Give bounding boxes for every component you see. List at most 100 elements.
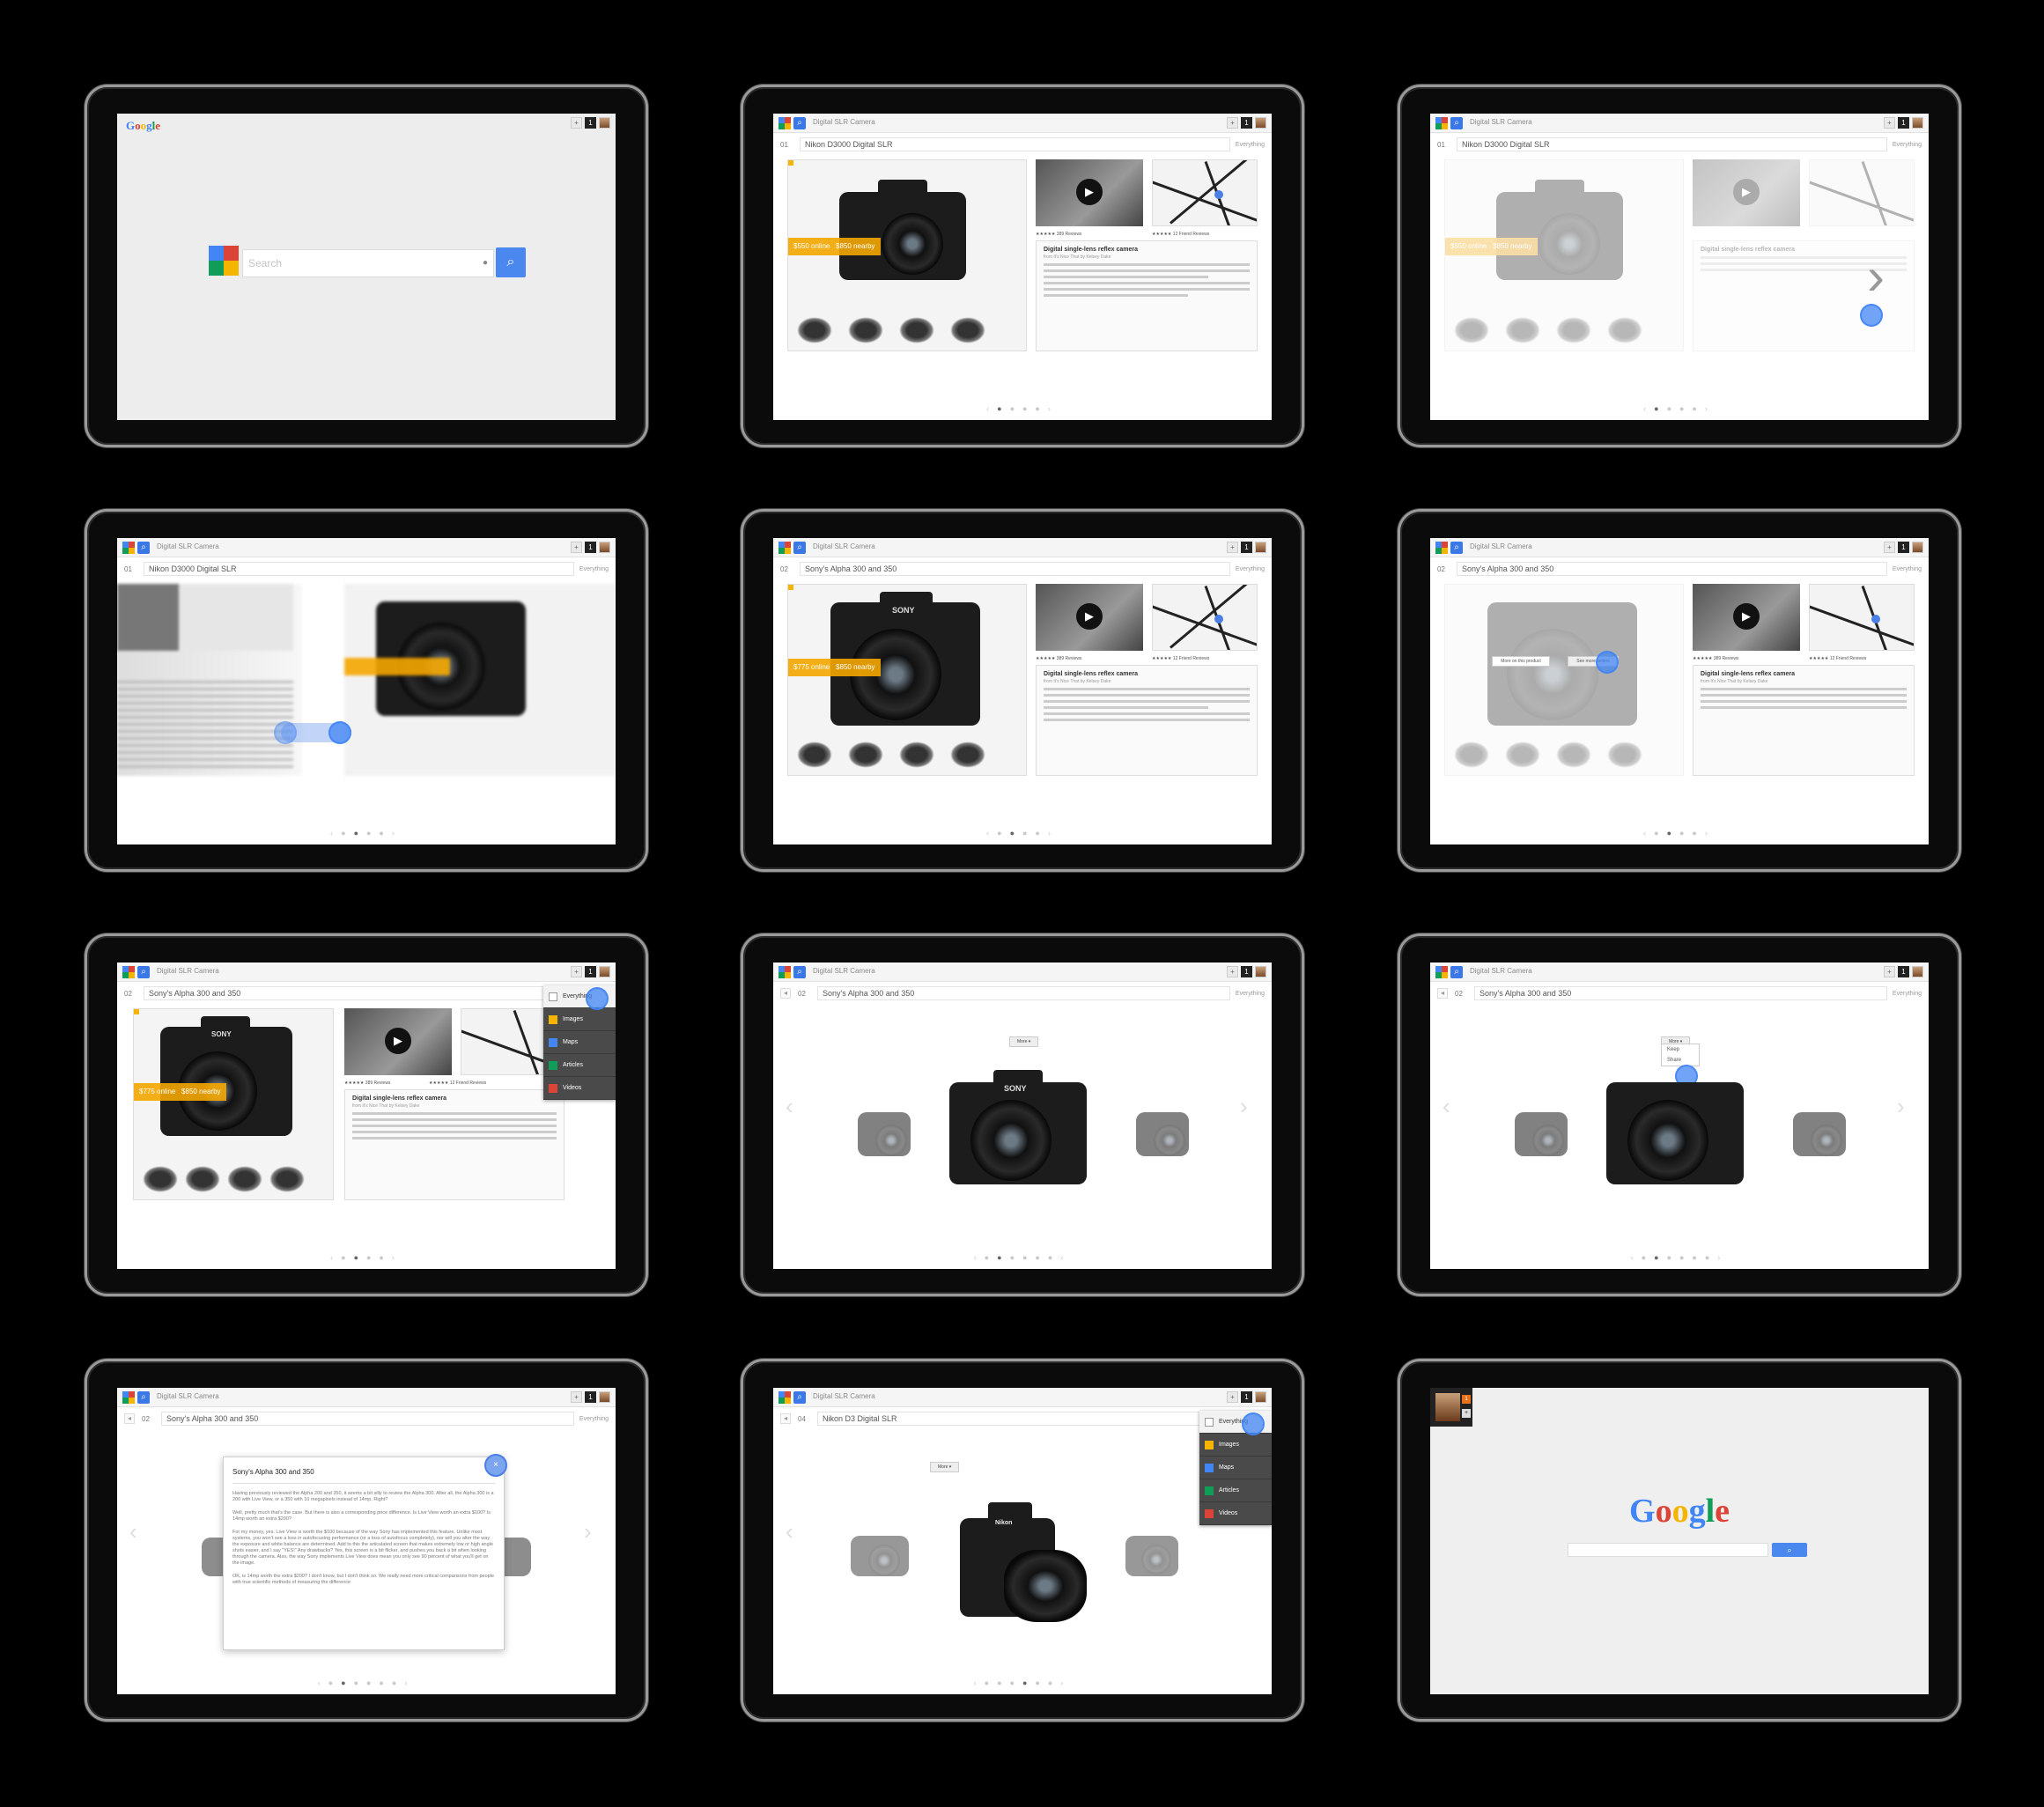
back-arrow-icon[interactable]: ◂ — [780, 988, 791, 999]
search-icon[interactable]: ⌕ — [137, 542, 150, 554]
query-label[interactable]: Digital SLR Camera — [1470, 118, 1532, 126]
notification-badge[interactable]: 1 — [585, 542, 596, 553]
query-label[interactable]: Digital SLR Camera — [157, 967, 219, 975]
notification-badge[interactable]: 1 — [1241, 542, 1252, 553]
price-tag[interactable]: $550 online $850 nearby — [788, 238, 881, 255]
avatar[interactable] — [1255, 117, 1266, 129]
carousel-prev-camera[interactable] — [1515, 1112, 1568, 1156]
google-logo-icon[interactable] — [122, 1391, 135, 1404]
map-thumbnail[interactable] — [1809, 159, 1915, 226]
article-card[interactable]: Digital single-lens reflex camera from It… — [1693, 665, 1915, 776]
notification-badge[interactable]: 1 — [1241, 117, 1252, 129]
page-dots[interactable]: ‹●●●●› — [117, 1253, 616, 1262]
carousel-next-camera[interactable] — [1793, 1112, 1846, 1156]
prev-arrow-icon[interactable]: ‹ — [129, 1518, 137, 1545]
notification-badge[interactable]: 1 — [1241, 1391, 1252, 1403]
map-thumbnail[interactable] — [1152, 584, 1258, 651]
carousel-prev-camera[interactable] — [851, 1536, 909, 1576]
carousel-current-camera[interactable]: Nikon — [960, 1502, 1087, 1622]
notification-badge[interactable]: 1 — [1898, 966, 1909, 977]
carousel-current-camera[interactable]: SONY — [949, 1070, 1087, 1184]
filter-option-images[interactable]: Images — [543, 1008, 616, 1031]
notification-badge[interactable]: 1 — [585, 1391, 596, 1403]
article-title[interactable]: Digital single-lens reflex camera — [352, 1095, 557, 1102]
filter-dropdown[interactable]: Everything — [579, 1416, 609, 1422]
filter-option-images[interactable]: Images — [1199, 1434, 1272, 1457]
search-icon[interactable]: ⌕ — [793, 966, 806, 978]
notification-badge[interactable]: 1 — [1462, 1395, 1471, 1404]
google-logo-icon[interactable] — [778, 966, 791, 978]
plus-button[interactable]: + — [1227, 117, 1238, 129]
query-label[interactable]: Digital SLR Camera — [1470, 967, 1532, 975]
page-dots[interactable]: ‹●●●●› — [117, 829, 616, 837]
plus-button[interactable]: + — [1227, 542, 1238, 553]
filter-dropdown[interactable]: Everything — [1236, 566, 1265, 572]
more-button[interactable]: More ▾ — [930, 1462, 960, 1472]
video-thumbnail[interactable]: ▶ — [1036, 584, 1143, 651]
price-tag[interactable]: $775 online $850 nearby — [134, 1083, 226, 1101]
carousel-next-camera[interactable] — [1125, 1536, 1178, 1576]
next-arrow-icon[interactable]: › — [584, 1518, 592, 1545]
next-arrow-icon[interactable]: › — [1240, 1093, 1248, 1120]
friend-reviews[interactable]: ★★★★★ 12 Friend Reviews — [1809, 656, 1866, 661]
angle-thumbnails[interactable] — [797, 317, 985, 343]
reviews-count[interactable]: ★★★★★ 389 Reviews — [344, 1081, 390, 1086]
search-button[interactable]: ⌕ — [496, 247, 526, 277]
avatar[interactable] — [599, 966, 610, 977]
google-logo-icon[interactable] — [1435, 117, 1448, 129]
search-icon[interactable]: ⌕ — [137, 1391, 150, 1404]
play-icon[interactable]: ▶ — [1076, 603, 1103, 630]
avatar[interactable] — [599, 542, 610, 553]
page-dots[interactable]: ‹●●●●●●› — [773, 1678, 1272, 1687]
google-logo-icon[interactable] — [1435, 966, 1448, 978]
plus-button[interactable]: + — [571, 1391, 582, 1403]
product-card[interactable]: $550 online $850 nearby — [787, 159, 1027, 351]
menu-item-keep[interactable]: Keep — [1662, 1044, 1699, 1055]
play-icon[interactable]: ▶ — [1076, 179, 1103, 205]
result-title[interactable]: Nikon D3000 Digital SLR — [144, 562, 574, 576]
article-card[interactable]: Digital single-lens reflex camera from It… — [344, 1089, 564, 1200]
profile-tile[interactable]: 1 + — [1430, 1388, 1472, 1427]
avatar[interactable] — [1912, 117, 1923, 129]
plus-button[interactable]: + — [571, 117, 582, 129]
article-popup[interactable]: Sony's Alpha 300 and 350 Having previous… — [223, 1454, 507, 1650]
reviews-count[interactable]: ★★★★★ 389 Reviews — [1693, 656, 1738, 661]
more-button[interactable]: More ▾ — [1009, 1036, 1039, 1047]
page-dots[interactable]: ‹●●●●●●› — [773, 1253, 1272, 1262]
article-title[interactable]: Digital single-lens reflex camera — [1701, 671, 1907, 677]
avatar[interactable] — [1912, 966, 1923, 977]
plus-button[interactable]: + — [1884, 117, 1895, 129]
search-icon[interactable]: ⌕ — [1450, 542, 1463, 554]
next-chevron-icon[interactable]: › — [1867, 246, 1885, 306]
filter-dropdown[interactable]: Everything — [1236, 142, 1265, 148]
notification-badge[interactable]: 1 — [1241, 966, 1252, 977]
next-arrow-icon[interactable]: › — [1897, 1093, 1905, 1120]
back-arrow-icon[interactable]: ◂ — [1437, 988, 1448, 999]
query-label[interactable]: Digital SLR Camera — [813, 1392, 875, 1400]
prev-arrow-icon[interactable]: ‹ — [1443, 1093, 1450, 1120]
result-title[interactable]: Sony's Alpha 300 and 350 — [800, 562, 1230, 576]
search-button[interactable]: ⌕ — [1772, 1543, 1807, 1557]
page-dots[interactable]: ‹●●●●●●› — [117, 1678, 616, 1687]
article-card[interactable]: Digital single-lens reflex camera from I… — [1036, 240, 1258, 351]
microphone-icon[interactable]: ● — [483, 250, 488, 277]
avatar[interactable] — [1255, 966, 1266, 977]
search-icon[interactable]: ⌕ — [793, 1391, 806, 1404]
search-icon[interactable]: ⌕ — [793, 117, 806, 129]
angle-thumbnails[interactable] — [143, 1166, 305, 1192]
article-title[interactable]: Digital single-lens reflex camera — [1044, 671, 1250, 677]
carousel-current-camera[interactable] — [1606, 1082, 1744, 1184]
query-label[interactable]: Digital SLR Camera — [157, 1392, 219, 1400]
back-arrow-icon[interactable]: ◂ — [780, 1413, 791, 1424]
prev-arrow-icon[interactable]: ‹ — [786, 1518, 793, 1545]
menu-item-share[interactable]: Share — [1662, 1055, 1699, 1066]
search-icon[interactable]: ⌕ — [1450, 117, 1463, 129]
notification-badge[interactable]: 1 — [585, 117, 596, 129]
video-thumbnail[interactable]: ▶ — [1693, 584, 1800, 651]
google-logo-icon[interactable] — [122, 542, 135, 554]
filter-dropdown[interactable]: Everything — [1236, 991, 1265, 997]
page-dots[interactable]: ‹●●●●› — [773, 829, 1272, 837]
reviews-count[interactable]: ★★★★★ 389 Reviews — [1036, 232, 1081, 237]
filter-option-maps[interactable]: Maps — [1199, 1457, 1272, 1479]
filter-dropdown[interactable]: Everything — [1893, 566, 1922, 572]
